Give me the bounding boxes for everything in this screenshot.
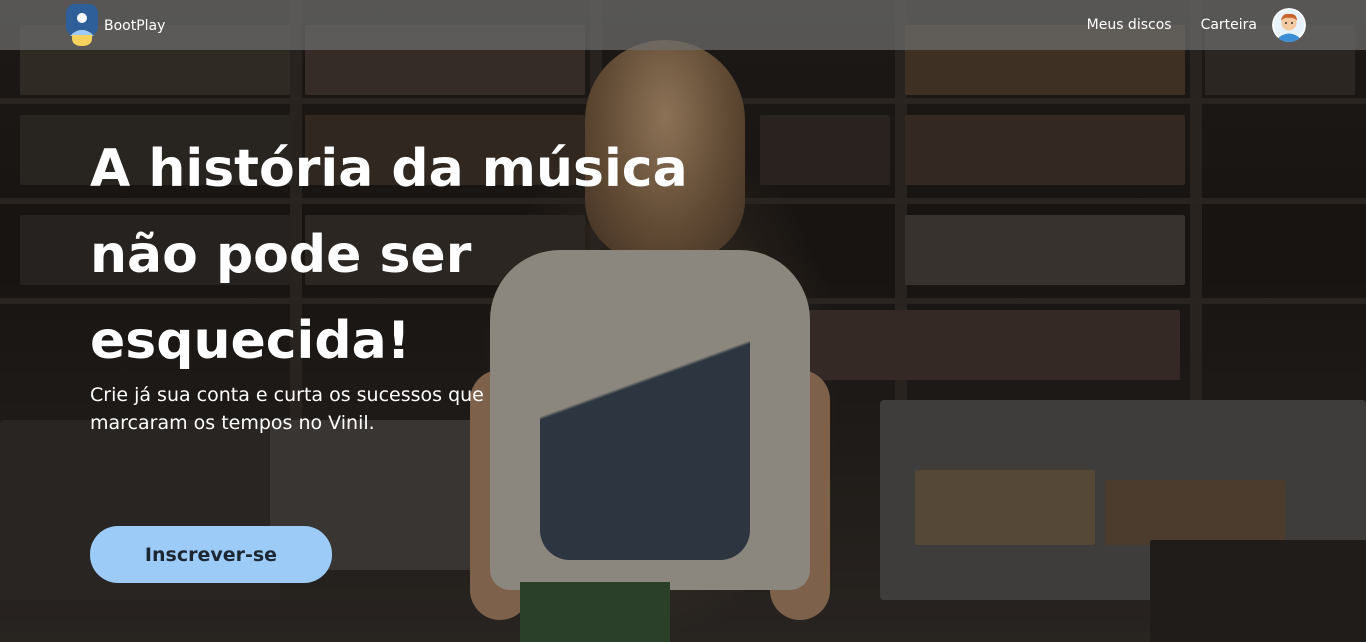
user-logo-icon bbox=[66, 4, 98, 46]
brand-name: BootPlay bbox=[104, 18, 166, 34]
nav-links: Meus discos Carteira bbox=[1058, 0, 1306, 50]
hero-headline: A história da música não pode ser esquec… bbox=[90, 139, 688, 371]
hero-subtitle: Crie já sua conta e curta os sucessos qu… bbox=[90, 384, 484, 434]
user-avatar-icon[interactable] bbox=[1272, 8, 1306, 42]
nav-link-carteira[interactable]: Carteira bbox=[1201, 17, 1257, 33]
navbar: BootPlay Meus discos Carteira bbox=[0, 0, 1366, 50]
signup-button[interactable]: Inscrever-se bbox=[90, 526, 332, 583]
hero-section: BootPlay Meus discos Carteira A história… bbox=[0, 0, 1366, 642]
brand-link[interactable]: BootPlay bbox=[66, 4, 165, 46]
nav-link-meus-discos[interactable]: Meus discos bbox=[1087, 17, 1172, 33]
